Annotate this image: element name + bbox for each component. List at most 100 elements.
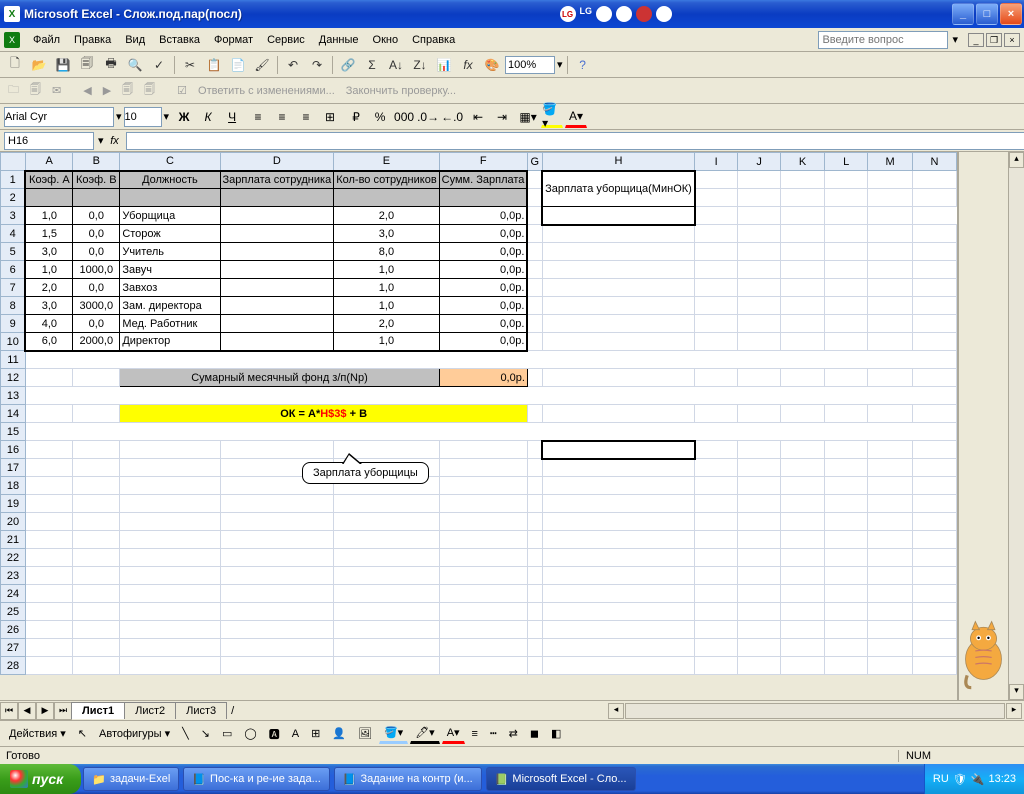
row-19[interactable]: 19 bbox=[1, 495, 26, 513]
row-26[interactable]: 26 bbox=[1, 621, 26, 639]
row-25[interactable]: 25 bbox=[1, 603, 26, 621]
row-12[interactable]: 12 bbox=[1, 369, 26, 387]
formula-input[interactable] bbox=[126, 132, 1024, 150]
window-close-button[interactable]: × bbox=[1000, 3, 1022, 25]
taskbar-item-2[interactable]: 📘 Пос-ка и ре-ие зада... bbox=[183, 767, 329, 791]
hyperlink-button[interactable]: 🔗 bbox=[337, 54, 359, 76]
italic-button[interactable]: К bbox=[197, 106, 219, 128]
currency-button[interactable]: ₽ bbox=[345, 106, 367, 128]
arrow-button[interactable]: ↘ bbox=[196, 724, 215, 743]
oval-button[interactable]: ◯ bbox=[239, 724, 261, 743]
menu-view[interactable]: Вид bbox=[118, 31, 152, 49]
cut-button[interactable]: ✂ bbox=[179, 54, 201, 76]
sheet-tab-1[interactable]: Лист1 bbox=[71, 702, 125, 719]
sum-button[interactable]: Σ bbox=[361, 54, 383, 76]
lang-indicator[interactable]: RU bbox=[933, 773, 949, 785]
line-style-button[interactable]: ≡ bbox=[467, 725, 483, 743]
comma-button[interactable]: 000 bbox=[393, 106, 415, 128]
col-L[interactable]: L bbox=[824, 153, 867, 171]
cell[interactable]: Коэф. В bbox=[73, 171, 120, 189]
row-28[interactable]: 28 bbox=[1, 657, 26, 675]
row-5[interactable]: 5 bbox=[1, 243, 26, 261]
shadow-button[interactable]: ◼ bbox=[525, 724, 544, 743]
preview-button[interactable]: 🔍 bbox=[124, 54, 146, 76]
sort-asc-button[interactable]: A↓ bbox=[385, 54, 407, 76]
menu-insert[interactable]: Вставка bbox=[152, 31, 207, 49]
print-button[interactable]: 🖶 bbox=[100, 54, 122, 76]
col-C[interactable]: C bbox=[120, 153, 220, 171]
zoom-combo[interactable] bbox=[505, 56, 555, 74]
tab-nav-prev[interactable]: ◀ bbox=[18, 702, 36, 720]
col-N[interactable]: N bbox=[912, 153, 956, 171]
row-21[interactable]: 21 bbox=[1, 531, 26, 549]
taskbar-item-3[interactable]: 📘 Задание на контр (и... bbox=[334, 767, 482, 791]
row-27[interactable]: 27 bbox=[1, 639, 26, 657]
save-button[interactable]: 💾 bbox=[52, 54, 74, 76]
help-button[interactable]: ? bbox=[572, 54, 594, 76]
row-4[interactable]: 4 bbox=[1, 225, 26, 243]
ask-question-input[interactable] bbox=[818, 31, 948, 49]
inc-indent-button[interactable]: ⇥ bbox=[491, 106, 513, 128]
bold-button[interactable]: Ж bbox=[173, 106, 195, 128]
select-all-corner[interactable] bbox=[1, 153, 26, 171]
taskbar-item-4[interactable]: 📗 Microsoft Excel - Сло... bbox=[486, 767, 636, 791]
vscroll-down[interactable]: ▾ bbox=[1009, 684, 1024, 700]
vscroll-up[interactable]: ▴ bbox=[1009, 152, 1024, 168]
clipart-button[interactable]: 👤 bbox=[327, 724, 351, 743]
rect-button[interactable]: ▭ bbox=[217, 724, 237, 743]
col-D[interactable]: D bbox=[220, 153, 334, 171]
picture-button[interactable]: 🖼 bbox=[353, 724, 377, 743]
row-13[interactable]: 13 bbox=[1, 387, 26, 405]
start-button[interactable]: пуск bbox=[0, 764, 81, 794]
row-3[interactable]: 3 bbox=[1, 207, 26, 225]
draw-actions-menu[interactable]: Действия ▾ bbox=[4, 724, 71, 743]
col-H[interactable]: H bbox=[542, 153, 695, 171]
row-9[interactable]: 9 bbox=[1, 315, 26, 333]
document-icon[interactable]: X bbox=[4, 32, 20, 48]
hscroll-track[interactable] bbox=[625, 703, 1005, 719]
system-tray[interactable]: RU 🛡 🔌 13:23 bbox=[924, 764, 1024, 794]
tray-icon[interactable]: 🔌 bbox=[971, 773, 985, 786]
row-1[interactable]: 1 bbox=[1, 171, 26, 189]
cell[interactable]: Должность bbox=[120, 171, 220, 189]
cell[interactable]: Зарплата сотрудника bbox=[220, 171, 334, 189]
autoshapes-menu[interactable]: Автофигуры ▾ bbox=[94, 724, 175, 743]
row-16[interactable]: 16 bbox=[1, 441, 26, 459]
menu-tools[interactable]: Сервис bbox=[260, 31, 312, 49]
row-2[interactable]: 2 bbox=[1, 189, 26, 207]
col-E[interactable]: E bbox=[334, 153, 439, 171]
tray-icon[interactable]: 🛡 bbox=[953, 773, 967, 786]
redo-button[interactable]: ↷ bbox=[306, 54, 328, 76]
font-color-draw[interactable]: A▾ bbox=[442, 723, 465, 744]
taskbar-item-1[interactable]: 📁 задачи-Exel bbox=[83, 767, 179, 791]
tab-nav-next[interactable]: ▶ bbox=[36, 702, 54, 720]
window-minimize-button[interactable]: _ bbox=[952, 3, 974, 25]
line-color-draw[interactable]: 🖊▾ bbox=[410, 723, 440, 744]
line-button[interactable]: ╲ bbox=[177, 724, 194, 743]
doc-minimize-button[interactable]: _ bbox=[968, 33, 984, 47]
undo-button[interactable]: ↶ bbox=[282, 54, 304, 76]
diagram-button[interactable]: ⊞ bbox=[306, 724, 325, 743]
cell[interactable]: Сумм. Зарплата bbox=[439, 171, 527, 189]
clock[interactable]: 13:23 bbox=[988, 773, 1016, 785]
3d-button[interactable]: ◧ bbox=[546, 724, 566, 743]
row-23[interactable]: 23 bbox=[1, 567, 26, 585]
sheet-tab-3[interactable]: Лист3 bbox=[175, 702, 227, 719]
copy-button[interactable]: 📋 bbox=[203, 54, 225, 76]
fill-color-draw[interactable]: 🪣▾ bbox=[379, 723, 408, 744]
row-22[interactable]: 22 bbox=[1, 549, 26, 567]
fx-button[interactable]: fx bbox=[457, 54, 479, 76]
dec-decimal-button[interactable]: ←.0 bbox=[441, 106, 463, 128]
row-10[interactable]: 10 bbox=[1, 333, 26, 351]
borders-button[interactable]: ▦▾ bbox=[517, 106, 539, 128]
menu-file[interactable]: Файл bbox=[26, 31, 67, 49]
tab-nav-first[interactable]: ⏮ bbox=[0, 702, 18, 720]
sheet-tab-2[interactable]: Лист2 bbox=[124, 702, 176, 719]
row-6[interactable]: 6 bbox=[1, 261, 26, 279]
fx-icon[interactable]: fx bbox=[104, 135, 126, 147]
row-20[interactable]: 20 bbox=[1, 513, 26, 531]
row-24[interactable]: 24 bbox=[1, 585, 26, 603]
col-G[interactable]: G bbox=[527, 153, 542, 171]
tab-nav-last[interactable]: ⏭ bbox=[54, 702, 72, 720]
cell-sum-val[interactable]: 0,0р. bbox=[439, 369, 527, 387]
